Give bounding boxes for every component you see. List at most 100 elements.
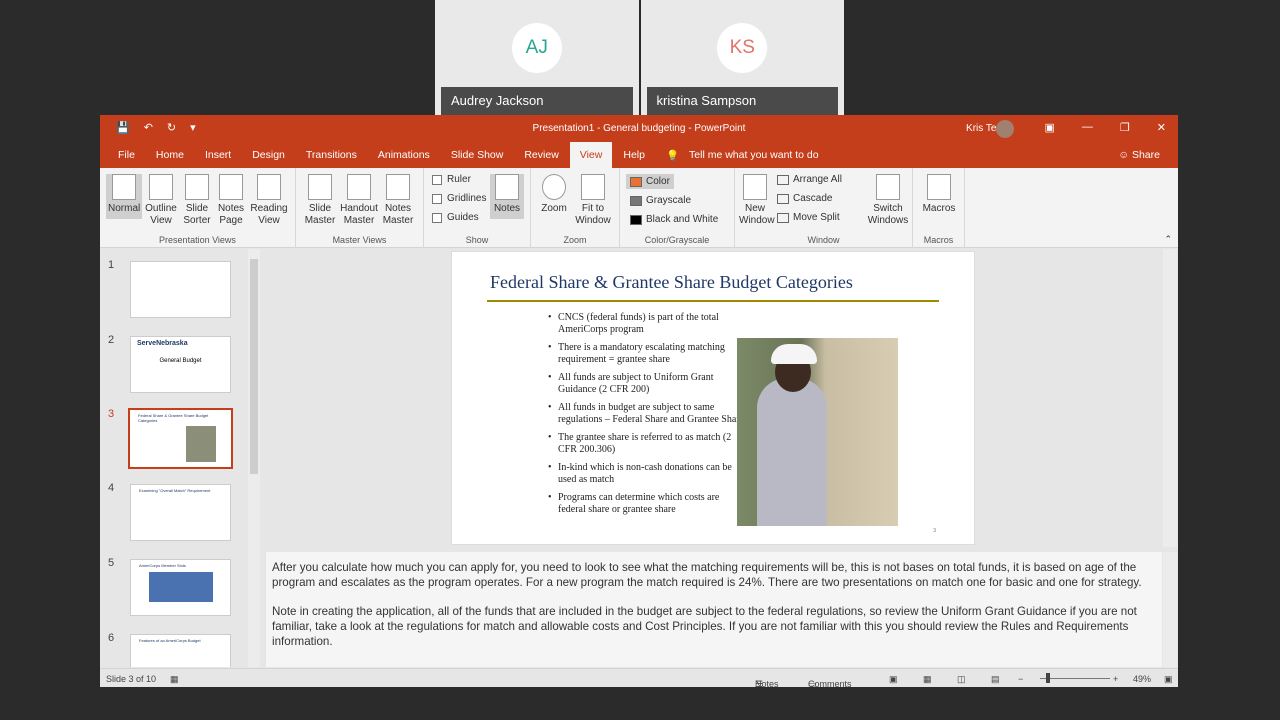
slide-thumbnail-pane: 1 2 ServeNebraska General Budget 3 Feder…	[100, 249, 263, 667]
grayscale-icon	[630, 195, 642, 206]
share-label: Share	[1131, 149, 1160, 161]
slide-sorter-button[interactable]: Slide Sorter	[182, 174, 212, 227]
window-controls: ▣ — ❐ ✕	[1045, 121, 1167, 134]
zoom-slider-knob[interactable]	[1046, 673, 1050, 683]
reading-view-icon	[257, 174, 281, 200]
group-label: Zoom	[563, 235, 587, 245]
magnifier-icon	[542, 174, 566, 200]
tab-view[interactable]: View	[569, 142, 613, 168]
zoom-slider[interactable]	[1040, 678, 1110, 679]
reading-view-label: Reading View	[250, 203, 288, 226]
macros-group: Macros Macros	[913, 168, 965, 248]
scroll-thumb[interactable]	[250, 259, 258, 474]
slide-thumbnail[interactable]: Examining "Overall Match" Requirement	[130, 484, 231, 541]
notes-toggle-button[interactable]: Notes	[490, 174, 524, 219]
bullet-item: In-kind which is non-cash donations can …	[548, 462, 748, 485]
bullet-item: There is a mandatory escalating matching…	[548, 342, 748, 365]
cascade-button[interactable]: Cascade	[777, 193, 832, 204]
move-split-button[interactable]: Move Split	[777, 212, 840, 223]
zoom-level[interactable]: 49%	[1133, 674, 1151, 684]
slide-master-icon	[308, 174, 332, 200]
tab-design[interactable]: Design	[252, 149, 285, 161]
slide-sorter-status-icon[interactable]: ▦	[923, 674, 932, 685]
slide-thumbnail-selected[interactable]: Federal Share & Grantee Share Budget Cat…	[128, 408, 233, 469]
reading-view-status-icon[interactable]: ◫	[957, 674, 966, 685]
thumbnail-scrollbar[interactable]	[248, 249, 260, 667]
normal-view-button[interactable]: Normal	[106, 174, 143, 219]
cascade-label: Cascade	[793, 193, 833, 204]
title-underline	[487, 300, 939, 302]
notes-pane[interactable]: After you calculate how much you can app…	[266, 552, 1162, 667]
slide-thumbnail[interactable]: ServeNebraska General Budget	[130, 336, 231, 393]
thumb-brand: ServeNebraska	[137, 340, 188, 347]
zoom-button[interactable]: Zoom	[539, 174, 569, 215]
black-white-button[interactable]: Black and White	[630, 214, 718, 225]
switch-windows-button[interactable]: Switch Windows	[867, 174, 909, 227]
lightbulb-icon: 💡	[665, 149, 680, 162]
notes-master-button[interactable]: Notes Master	[382, 174, 414, 227]
tab-animations[interactable]: Animations	[378, 149, 430, 161]
zoom-label: Zoom	[541, 203, 567, 214]
slide-thumbnail[interactable]: AmeriCorps Member Slots	[130, 559, 231, 616]
slide-sorter-icon	[185, 174, 209, 200]
bullet-item: Programs can determine which costs are f…	[548, 492, 748, 515]
ruler-checkbox[interactable]: Ruler	[432, 174, 471, 185]
zoom-in-icon[interactable]: +	[1113, 674, 1118, 684]
current-slide[interactable]: Federal Share & Grantee Share Budget Cat…	[451, 251, 975, 545]
slideshow-status-icon[interactable]: ▤	[991, 674, 1000, 685]
slide-page-number: 3	[933, 528, 936, 534]
user-avatar[interactable]	[996, 120, 1014, 138]
guides-checkbox[interactable]: Guides	[432, 212, 479, 223]
notes-paragraph: Note in creating the application, all of…	[272, 605, 1137, 648]
fit-to-window-button[interactable]: Fit to Window	[573, 174, 613, 227]
macros-button[interactable]: Macros	[921, 174, 957, 215]
avatar: AJ	[511, 23, 562, 73]
slide-master-button[interactable]: Slide Master	[304, 174, 336, 227]
collapse-ribbon-icon[interactable]: ⌃	[1164, 234, 1172, 245]
fit-slide-icon[interactable]: ▣	[1164, 674, 1173, 685]
group-label: Macros	[923, 235, 954, 245]
close-icon[interactable]: ✕	[1157, 121, 1166, 134]
new-window-button[interactable]: New Window	[739, 174, 775, 227]
tab-home[interactable]: Home	[156, 149, 184, 161]
volunteer-photo[interactable]	[737, 338, 898, 526]
reading-view-button[interactable]: Reading View	[250, 174, 288, 227]
ribbon-display-icon[interactable]: ▣	[1045, 121, 1055, 134]
slide-thumbnail[interactable]	[130, 261, 231, 318]
bullet-list[interactable]: CNCS (federal funds) is part of the tota…	[548, 312, 748, 522]
outline-view-icon	[149, 174, 173, 200]
slide-title[interactable]: Federal Share & Grantee Share Budget Cat…	[490, 272, 853, 293]
share-button[interactable]: ☺ Share	[1118, 149, 1160, 161]
notes-scrollbar[interactable]	[1163, 552, 1177, 667]
tab-file[interactable]: File	[118, 149, 135, 161]
minimize-icon[interactable]: —	[1082, 121, 1093, 134]
color-label: Color	[646, 176, 670, 187]
participant-tile[interactable]: AJ Audrey Jackson	[435, 0, 639, 115]
notes-page-button[interactable]: Notes Page	[216, 174, 246, 227]
tab-help[interactable]: Help	[623, 149, 645, 161]
slide-thumbnail[interactable]: Features of an AmeriCorps Budget	[130, 634, 231, 667]
tab-review[interactable]: Review	[524, 149, 558, 161]
normal-view-status-icon[interactable]: ▣	[889, 674, 898, 685]
handout-master-button[interactable]: Handout Master	[340, 174, 378, 227]
tab-transitions[interactable]: Transitions	[306, 149, 357, 161]
slide-number: 1	[108, 259, 115, 271]
ribbon-tabs: File Home Insert Design Transitions Anim…	[100, 142, 1178, 168]
spellcheck-icon[interactable]: ▦	[170, 674, 179, 685]
slide-editor: Federal Share & Grantee Share Budget Cat…	[266, 249, 1162, 547]
arrange-all-button[interactable]: Arrange All	[777, 174, 842, 185]
tell-me-search[interactable]: Tell me what you want to do	[689, 149, 819, 161]
thumb-title: AmeriCorps Member Slots	[139, 563, 186, 568]
outline-view-button[interactable]: Outline View	[145, 174, 177, 227]
restore-icon[interactable]: ❐	[1120, 121, 1130, 134]
participant-tile[interactable]: KS kristina Sampson	[640, 0, 844, 115]
tab-insert[interactable]: Insert	[205, 149, 231, 161]
grayscale-button[interactable]: Grayscale	[630, 195, 691, 206]
zoom-out-icon[interactable]: −	[1018, 674, 1023, 684]
hard-hat	[771, 344, 817, 364]
editor-scrollbar[interactable]	[1163, 249, 1177, 547]
tab-slide-show[interactable]: Slide Show	[451, 149, 504, 161]
color-button[interactable]: Color	[626, 174, 674, 189]
notes-master-label: Notes Master	[382, 203, 414, 226]
gridlines-checkbox[interactable]: Gridlines	[432, 193, 486, 204]
